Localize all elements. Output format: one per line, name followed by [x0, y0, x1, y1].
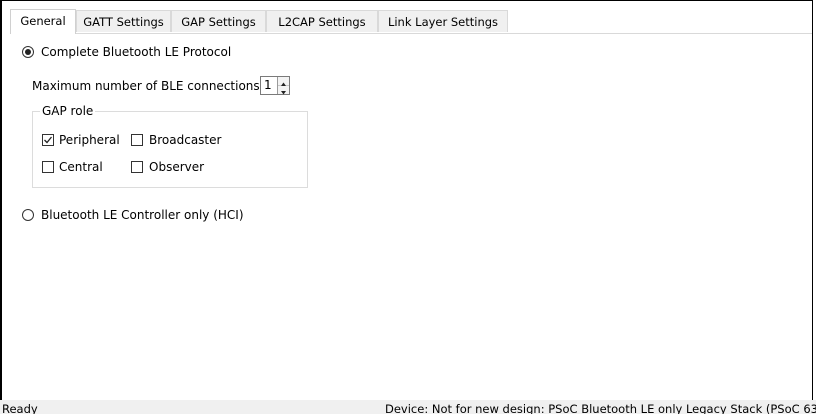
spinner-down-button[interactable] [278, 86, 289, 95]
tab-l2cap-settings[interactable]: L2CAP Settings [266, 10, 378, 32]
central-checkbox[interactable] [42, 161, 54, 173]
settings-panel: General GATT Settings GAP Settings L2CAP… [0, 0, 813, 400]
tab-general[interactable]: General [10, 9, 76, 34]
complete-protocol-label[interactable]: Complete Bluetooth LE Protocol [41, 45, 231, 59]
peripheral-checkbox[interactable] [42, 134, 54, 146]
peripheral-label[interactable]: Peripheral [59, 133, 120, 147]
controller-only-radio[interactable] [22, 209, 34, 221]
tab-gatt-settings[interactable]: GATT Settings [76, 10, 171, 32]
broadcaster-checkbox[interactable] [131, 134, 143, 146]
max-connections-value[interactable]: 1 [264, 78, 272, 93]
observer-checkbox[interactable] [131, 161, 143, 173]
tab-bar: General GATT Settings GAP Settings L2CAP… [10, 9, 812, 34]
gap-role-title: GAP role [40, 104, 96, 118]
checkmark-icon [44, 136, 53, 144]
complete-protocol-radio[interactable] [22, 46, 34, 58]
controller-only-label[interactable]: Bluetooth LE Controller only (HCI) [41, 208, 244, 222]
status-bar: Ready Device: Not for new design: PSoC B… [0, 400, 816, 414]
gap-role-group [32, 111, 308, 188]
status-device-text: Device: Not for new design: PSoC Bluetoo… [385, 402, 816, 414]
spinner-buttons [277, 77, 289, 95]
tab-gap-settings[interactable]: GAP Settings [171, 10, 266, 32]
max-connections-label: Maximum number of BLE connections: [32, 79, 264, 93]
status-ready-text: Ready [2, 402, 38, 414]
max-connections-spinner[interactable]: 1 [260, 76, 290, 95]
central-label[interactable]: Central [59, 160, 103, 174]
broadcaster-label[interactable]: Broadcaster [149, 133, 221, 147]
spinner-up-button[interactable] [278, 77, 289, 86]
tab-link-layer-settings[interactable]: Link Layer Settings [378, 10, 508, 32]
observer-label[interactable]: Observer [149, 160, 204, 174]
arrow-down-icon [281, 91, 286, 95]
